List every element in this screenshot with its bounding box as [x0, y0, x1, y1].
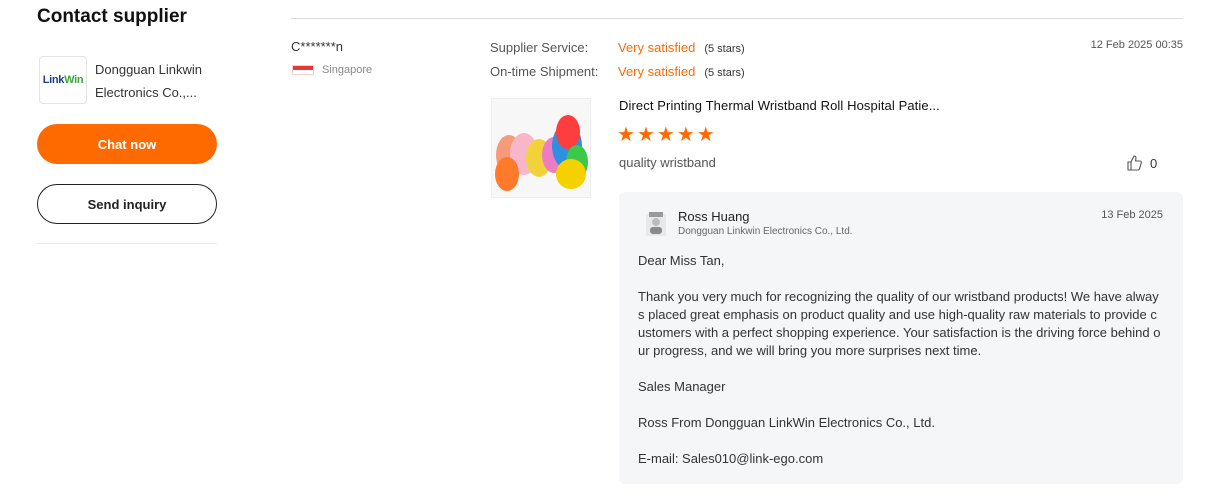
review-text: quality wristband: [619, 155, 716, 170]
reviewer-name: C*******n: [291, 39, 344, 54]
supplier-logo[interactable]: LinkWin: [39, 56, 87, 104]
rating-on-time-shipment: On-time Shipment: Very satisfied (5 star…: [490, 64, 745, 79]
supplier-reply: Ross Huang Dongguan Linkwin Electronics …: [619, 192, 1183, 484]
supplier-name-link[interactable]: Dongguan Linkwin Electronics Co.,...: [95, 58, 217, 104]
logo-text-win: Win: [64, 74, 84, 86]
reply-paragraph: Ross From Dongguan LinkWin Electronics C…: [638, 415, 935, 430]
rating-stars-text: (5 stars): [704, 43, 745, 55]
reply-message: Dear Miss Tan, Thank you very much for r…: [638, 252, 1164, 486]
reply-paragraph: Dear Miss Tan,: [638, 253, 725, 268]
divider: [291, 18, 1183, 19]
reply-author-company: Dongguan Linkwin Electronics Co., Ltd.: [678, 226, 853, 237]
rating-stars-text: (5 stars): [704, 67, 745, 79]
reply-author-name: Ross Huang: [678, 209, 750, 224]
product-image[interactable]: [491, 98, 591, 198]
star-icon: ★: [617, 124, 635, 146]
star-icon: ★: [676, 124, 695, 146]
like-count: 0: [1150, 155, 1158, 171]
star-icon: ★: [696, 124, 715, 146]
country-name: Singapore: [322, 64, 373, 76]
logo-text-link: Link: [42, 74, 65, 86]
wristband-roll: [556, 115, 580, 149]
product-rating-stars: ★ ★ ★ ★ ★: [617, 124, 715, 146]
reply-paragraph: E-mail: Sales010@link-ego.com: [638, 451, 824, 466]
reply-date: 13 Feb 2025: [1101, 209, 1163, 221]
supplier-card[interactable]: LinkWin Dongguan Linkwin Electronics Co.…: [37, 56, 217, 106]
rating-supplier-service: Supplier Service: Very satisfied (5 star…: [490, 40, 745, 55]
divider: [37, 243, 217, 244]
singapore-flag-icon: [292, 65, 314, 75]
star-icon: ★: [636, 124, 655, 146]
review-date: 12 Feb 2025 00:35: [1090, 39, 1183, 51]
rating-value: Very satisfied: [618, 64, 696, 79]
rating-label: On-time Shipment:: [490, 64, 599, 79]
rating-value: Very satisfied: [618, 40, 696, 55]
wristband-roll: [556, 159, 586, 189]
product-title-link[interactable]: Direct Printing Thermal Wristband Roll H…: [619, 98, 940, 113]
send-inquiry-button[interactable]: Send inquiry: [37, 184, 217, 224]
chat-now-button[interactable]: Chat now: [37, 124, 217, 164]
reply-paragraph: Sales Manager: [638, 379, 726, 394]
star-icon: ★: [656, 124, 675, 146]
thumbs-up-icon: [1127, 155, 1142, 171]
avatar: [646, 212, 666, 236]
rating-label: Supplier Service:: [490, 40, 589, 55]
like-button[interactable]: 0: [1126, 154, 1157, 172]
reviewer-country: Singapore: [292, 64, 372, 76]
contact-supplier-title: Contact supplier: [37, 6, 187, 27]
wristband-roll: [495, 157, 519, 191]
reply-paragraph: Thank you very much for recognizing the …: [638, 289, 1161, 358]
